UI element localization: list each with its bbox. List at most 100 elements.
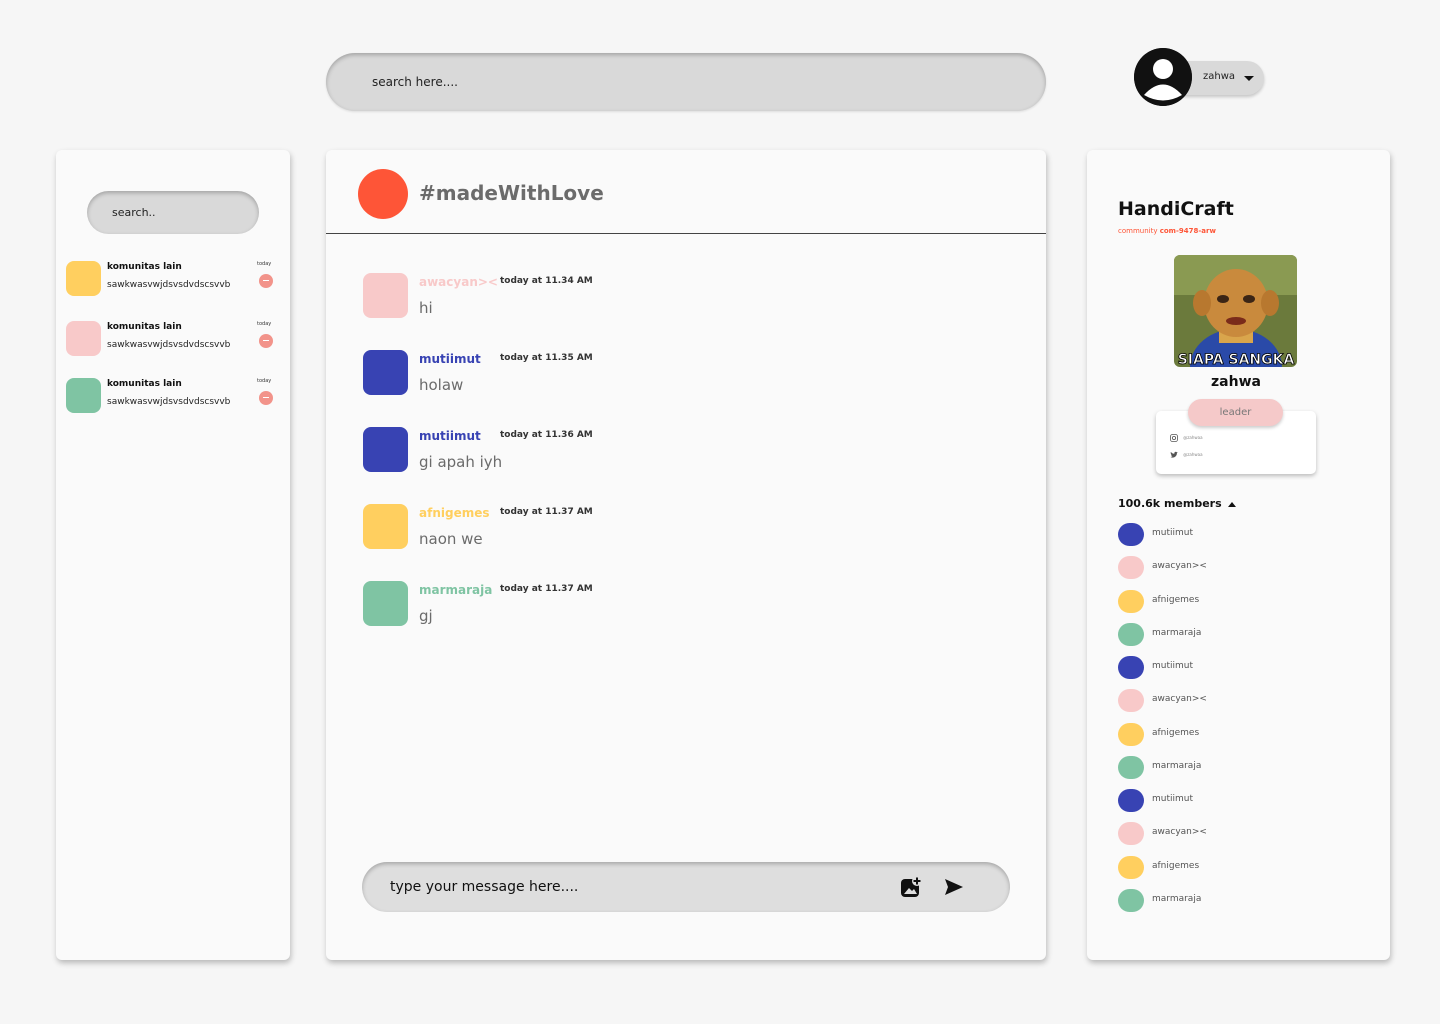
community-info-panel: HandiCraft community com-9478-arw SIAPA … (1087, 150, 1390, 960)
member-item[interactable]: awacyan>< (1118, 556, 1318, 582)
member-avatar (1118, 656, 1144, 679)
member-name: mutiimut (1152, 528, 1194, 538)
member-name: marmaraja (1152, 628, 1202, 638)
community-item[interactable]: komunitas lain sawkwasvwjdsvsdvdscsvvb t… (66, 261, 281, 301)
community-name: komunitas lain (107, 322, 182, 332)
add-image-icon[interactable] (900, 876, 922, 898)
member-name: awacyan>< (1152, 694, 1207, 704)
twitter-icon (1170, 451, 1178, 458)
message-text: holaw (419, 376, 464, 394)
community-id-label: community (1118, 227, 1158, 235)
message-time: today at 11.35 AM (500, 353, 593, 363)
unread-badge (259, 391, 273, 405)
instagram-link[interactable]: @zahwaa (1170, 434, 1203, 442)
instagram-icon (1170, 434, 1178, 442)
community-last-message: sawkwasvwjdsvsdvdscsvvb (107, 340, 231, 350)
message-time: today at 11.36 AM (500, 430, 593, 440)
message-author[interactable]: marmaraja (419, 583, 492, 597)
message-composer (362, 862, 1010, 912)
member-item[interactable]: afnigemes (1118, 723, 1318, 749)
message-text: gj (419, 607, 433, 625)
user-name: zahwa (1203, 71, 1236, 82)
message-avatar[interactable] (363, 350, 408, 395)
community-list-panel: komunitas lain sawkwasvwjdsvsdvdscsvvb t… (56, 150, 290, 960)
send-icon[interactable] (944, 877, 964, 897)
member-name: mutiimut (1152, 794, 1194, 804)
unread-badge (259, 334, 273, 348)
message-time: today at 11.34 AM (500, 276, 593, 286)
message-time: today at 11.37 AM (500, 584, 593, 594)
member-name: mutiimut (1152, 661, 1194, 671)
message-avatar[interactable] (363, 504, 408, 549)
community-id-line: community com-9478-arw (1118, 227, 1216, 235)
user-avatar[interactable] (1134, 48, 1192, 106)
channel-icon (358, 169, 408, 219)
member-item[interactable]: mutiimut (1118, 523, 1318, 549)
member-avatar (1118, 556, 1144, 579)
caret-up-icon[interactable] (1228, 502, 1236, 507)
unread-badge (259, 274, 273, 288)
community-name-heading: HandiCraft (1118, 198, 1234, 220)
profile-caption: SIAPA SANGKA (1178, 352, 1295, 367)
member-name: marmaraja (1152, 894, 1202, 904)
member-avatar (1118, 523, 1144, 546)
message-author[interactable]: afnigemes (419, 506, 490, 520)
community-last-message: sawkwasvwjdsvsdvdscsvvb (107, 280, 231, 290)
member-item[interactable]: mutiimut (1118, 656, 1318, 682)
community-item[interactable]: komunitas lain sawkwasvwjdsvsdvdscsvvb t… (66, 321, 281, 361)
member-item[interactable]: afnigemes (1118, 856, 1318, 882)
message-author[interactable]: mutiimut (419, 352, 481, 366)
message-text: gi apah iyh (419, 453, 503, 471)
message-author[interactable]: awacyan>< (419, 275, 498, 289)
message-avatar[interactable] (363, 581, 408, 626)
chat-message: mutiimut today at 11.36 AM gi apah iyh (363, 427, 963, 477)
community-item[interactable]: komunitas lain sawkwasvwjdsvsdvdscsvvb t… (66, 378, 281, 418)
member-name: marmaraja (1152, 761, 1202, 771)
twitter-link[interactable]: @zahwaa (1170, 451, 1203, 459)
community-last-message: sawkwasvwjdsvsdvdscsvvb (107, 397, 231, 407)
member-name: afnigemes (1152, 728, 1200, 738)
message-text: hi (419, 299, 433, 317)
profile-picture[interactable]: SIAPA SANGKA (1174, 255, 1297, 367)
community-avatar (66, 261, 101, 296)
user-icon (1134, 48, 1192, 106)
member-name: afnigemes (1152, 595, 1200, 605)
member-avatar (1118, 856, 1144, 879)
member-avatar (1118, 789, 1144, 812)
member-avatar (1118, 889, 1144, 912)
member-item[interactable]: marmaraja (1118, 623, 1318, 649)
community-day: today (257, 321, 272, 327)
message-text: naon we (419, 530, 483, 548)
profile-name: zahwa (1211, 374, 1261, 390)
channel-divider (326, 233, 1046, 234)
member-name: awacyan>< (1152, 561, 1207, 571)
message-time: today at 11.37 AM (500, 507, 593, 517)
member-name: afnigemes (1152, 861, 1200, 871)
member-avatar (1118, 689, 1144, 712)
member-item[interactable]: afnigemes (1118, 590, 1318, 616)
member-item[interactable]: marmaraja (1118, 889, 1318, 915)
community-name: komunitas lain (107, 379, 182, 389)
community-day: today (257, 378, 272, 384)
message-avatar[interactable] (363, 273, 408, 318)
message-input[interactable] (362, 862, 882, 912)
member-item[interactable]: marmaraja (1118, 756, 1318, 782)
top-search-input[interactable] (326, 53, 1046, 111)
message-author[interactable]: mutiimut (419, 429, 481, 443)
member-item[interactable]: awacyan>< (1118, 689, 1318, 715)
community-day: today (257, 261, 272, 267)
top-search-bar[interactable] (326, 53, 1046, 111)
chat-panel: #madeWithLove awacyan>< today at 11.34 A… (326, 150, 1046, 960)
role-badge: leader (1188, 399, 1283, 426)
community-search-bar[interactable] (87, 191, 259, 234)
profile-photo-image: SIAPA SANGKA (1174, 255, 1297, 367)
member-avatar (1118, 723, 1144, 746)
member-avatar (1118, 822, 1144, 845)
member-item[interactable]: awacyan>< (1118, 822, 1318, 848)
community-search-input[interactable] (87, 191, 259, 234)
member-item[interactable]: mutiimut (1118, 789, 1318, 815)
community-avatar (66, 321, 101, 356)
message-avatar[interactable] (363, 427, 408, 472)
instagram-handle: @zahwaa (1183, 435, 1203, 440)
community-name: komunitas lain (107, 262, 182, 272)
